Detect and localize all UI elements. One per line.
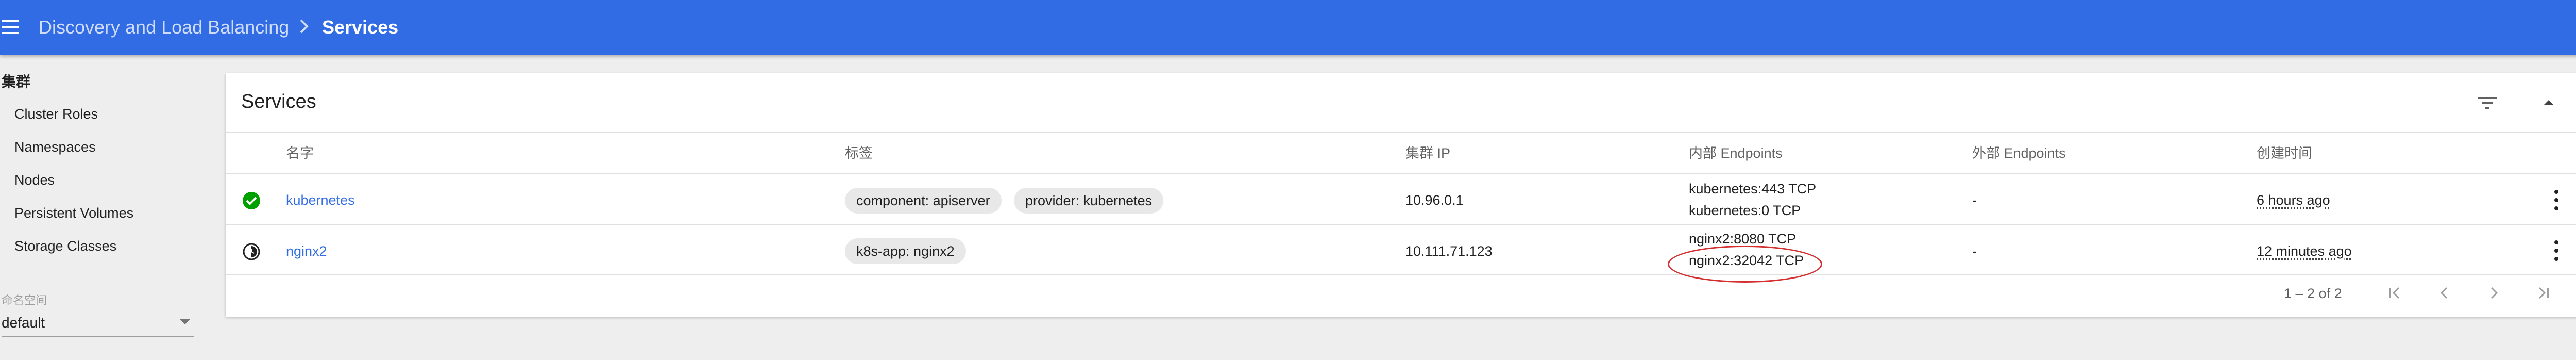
internal-endpoint: nginx2:8080 TCP — [1689, 231, 1796, 247]
internal-endpoint: kubernetes:443 TCP — [1689, 181, 1816, 197]
sidebar-item-namespaces[interactable]: Namespaces — [14, 139, 96, 155]
created-time: 12 minutes ago — [2257, 243, 2352, 259]
external-endpoint: - — [1972, 243, 1977, 259]
sidebar: 集群 Cluster Roles Namespaces Nodes Persis… — [0, 55, 196, 360]
breadcrumb-parent[interactable]: Discovery and Load Balancing — [39, 17, 289, 38]
sidebar-item-nodes[interactable]: Nodes — [14, 172, 55, 188]
column-header-internal-endpoints: 内部 Endpoints — [1689, 142, 1783, 162]
namespace-select[interactable]: default — [2, 313, 194, 337]
cluster-ip: 10.111.71.123 — [1405, 243, 1493, 259]
label-chip: provider: kubernetes — [1014, 188, 1163, 214]
sidebar-item-persistent-volumes[interactable]: Persistent Volumes — [14, 205, 133, 221]
cluster-ip: 10.96.0.1 — [1405, 192, 1464, 208]
collapse-arrow-icon[interactable] — [2540, 96, 2557, 109]
last-page-icon[interactable] — [2531, 283, 2554, 303]
service-name-link[interactable]: nginx2 — [286, 243, 327, 259]
sidebar-heading-cluster: 集群 — [2, 71, 30, 91]
label-chip: component: apiserver — [845, 188, 1002, 214]
annotation-ellipse — [1668, 246, 1822, 283]
column-header-name[interactable]: 名字 — [286, 142, 314, 162]
namespace-label: 命名空间 — [2, 291, 47, 308]
namespace-value: default — [2, 315, 45, 331]
divider — [226, 224, 2576, 225]
column-header-labels: 标签 — [845, 142, 873, 162]
external-endpoint: - — [1972, 192, 1977, 208]
more-vert-icon[interactable] — [2553, 190, 2560, 212]
divider — [226, 173, 2576, 174]
filter-icon[interactable] — [2476, 94, 2499, 112]
column-header-external-endpoints: 外部 Endpoints — [1972, 142, 2066, 162]
next-page-icon[interactable] — [2482, 283, 2505, 303]
created-time: 6 hours ago — [2257, 192, 2330, 208]
card-title: Services — [241, 91, 316, 113]
previous-page-icon[interactable] — [2433, 283, 2456, 303]
sidebar-item-cluster-roles[interactable]: Cluster Roles — [14, 106, 98, 122]
breadcrumb-current: Services — [322, 17, 398, 38]
divider — [226, 132, 2576, 133]
pending-circle-icon — [242, 242, 261, 261]
pagination-range: 1 – 2 of 2 — [2284, 286, 2342, 302]
services-card: Services 名字 标签 集群 IP 内部 Endpoints 外部 End… — [226, 73, 2576, 317]
first-page-icon[interactable] — [2384, 283, 2407, 303]
column-header-cluster-ip: 集群 IP — [1405, 142, 1450, 162]
label-chip: k8s-app: nginx2 — [845, 238, 966, 264]
more-vert-icon[interactable] — [2553, 240, 2560, 263]
internal-endpoint: kubernetes:0 TCP — [1689, 203, 1801, 219]
top-bar: Discovery and Load Balancing Services — [0, 0, 2576, 55]
check-circle-icon — [242, 191, 261, 210]
sidebar-item-storage-classes[interactable]: Storage Classes — [14, 238, 116, 254]
service-name-link[interactable]: kubernetes — [286, 192, 355, 208]
chevron-right-icon — [296, 18, 312, 35]
dropdown-caret-icon — [180, 319, 190, 324]
divider — [226, 274, 2576, 275]
menu-icon[interactable] — [2, 20, 19, 34]
column-header-created[interactable]: 创建时间 — [2257, 142, 2312, 162]
